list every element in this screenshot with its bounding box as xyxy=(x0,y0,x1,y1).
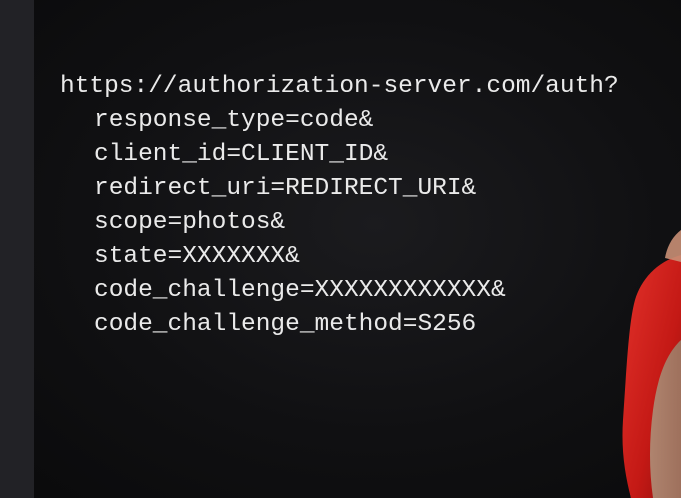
left-panel-strip xyxy=(0,0,34,498)
code-line-scope: scope=photos& xyxy=(94,209,286,236)
code-line-response-type: response_type=code& xyxy=(94,107,374,134)
authorization-url-code: https://authorization-server.com/auth? r… xyxy=(60,70,619,342)
code-line-code-challenge-method: code_challenge_method=S256 xyxy=(94,311,477,338)
code-line-redirect-uri: redirect_uri=REDIRECT_URI& xyxy=(94,175,477,202)
code-line-code-challenge: code_challenge=XXXXXXXXXXXX& xyxy=(94,277,506,304)
video-frame: https://authorization-server.com/auth? r… xyxy=(0,0,681,498)
presenter-silhouette xyxy=(622,230,681,498)
code-line-state: state=XXXXXXX& xyxy=(94,243,300,270)
code-line-base-url: https://authorization-server.com/auth? xyxy=(60,73,619,100)
code-line-client-id: client_id=CLIENT_ID& xyxy=(94,141,389,168)
